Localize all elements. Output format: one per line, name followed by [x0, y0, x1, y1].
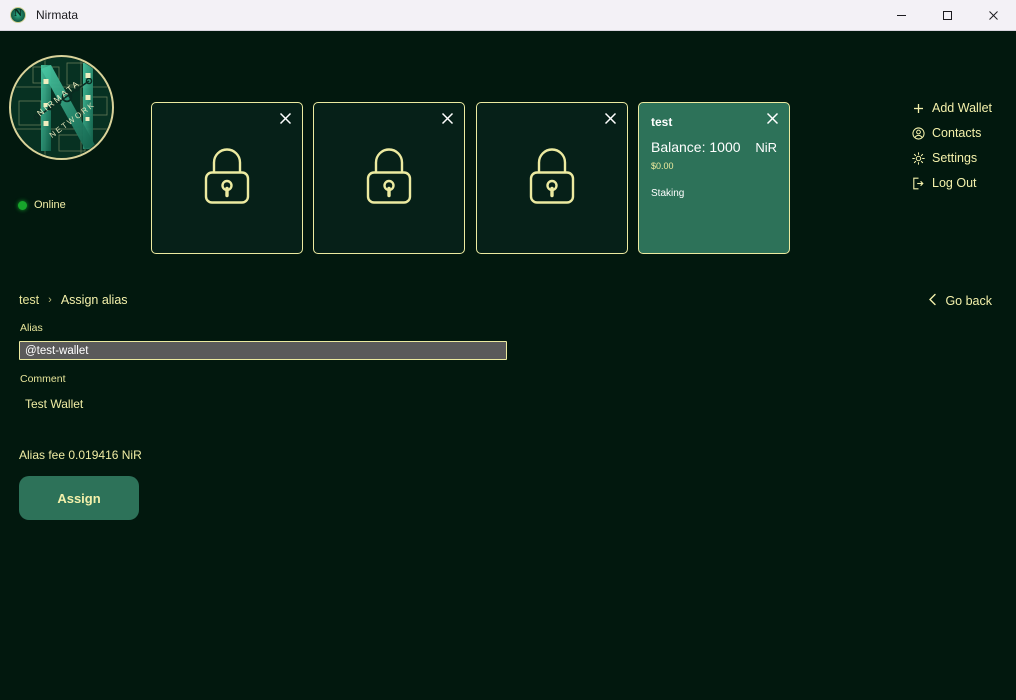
go-back-label: Go back: [945, 294, 992, 308]
wallet-name: test: [651, 115, 777, 129]
wallet-fiat-value: $0.00: [651, 161, 777, 171]
alias-fee-text: Alias fee 0.019416 NiR: [19, 448, 142, 462]
wallet-card-locked-1[interactable]: [151, 102, 303, 254]
comment-value: Test Wallet: [25, 397, 83, 411]
menu-item-add-wallet[interactable]: Add Wallet: [911, 101, 992, 115]
maximize-icon[interactable]: [924, 0, 970, 31]
menu-item-label: Contacts: [932, 126, 981, 140]
wallet-card-active-test[interactable]: test Balance: 1000 NiR $0.00 Staking: [638, 102, 790, 254]
chevron-right-icon: ›: [48, 294, 52, 306]
main-menu: Add Wallet Contacts: [911, 101, 992, 190]
profile-logo: NIRMATA NETWORK: [9, 55, 114, 160]
padlock-icon: [524, 145, 580, 212]
wallet-card-locked-3[interactable]: [476, 102, 628, 254]
window-title: Nirmata: [36, 8, 78, 22]
plus-icon: [911, 101, 925, 115]
window-title-bar: Nirmata: [0, 0, 1016, 31]
close-icon[interactable]: [764, 110, 781, 127]
gear-icon: [911, 151, 925, 165]
close-icon[interactable]: [277, 110, 294, 127]
menu-item-settings[interactable]: Settings: [911, 151, 977, 165]
menu-item-contacts[interactable]: Contacts: [911, 126, 981, 140]
alias-input[interactable]: [19, 341, 507, 360]
comment-field-label: Comment: [20, 373, 66, 385]
close-icon[interactable]: [602, 110, 619, 127]
wallet-currency: NiR: [755, 140, 777, 155]
nirmata-logo-icon: [10, 7, 26, 23]
app-body: NIRMATA NETWORK Online: [0, 31, 1016, 700]
menu-item-label: Add Wallet: [932, 101, 992, 115]
wallet-balance-row: Balance: 1000 NiR: [651, 139, 777, 155]
window-controls: [878, 0, 1016, 31]
go-back-button[interactable]: Go back: [928, 293, 992, 309]
wallet-balance: Balance: 1000: [651, 139, 741, 155]
alias-field-label: Alias: [20, 322, 43, 334]
wallet-staking-label: Staking: [651, 188, 777, 199]
logout-icon: [911, 176, 925, 190]
padlock-icon: [199, 145, 255, 212]
status-label: Online: [34, 199, 66, 211]
menu-item-label: Log Out: [932, 176, 976, 190]
wallet-card-locked-2[interactable]: [313, 102, 465, 254]
person-icon: [911, 126, 925, 140]
assign-button[interactable]: Assign: [19, 476, 139, 520]
close-icon[interactable]: [439, 110, 456, 127]
breadcrumb-parent[interactable]: test: [19, 293, 39, 307]
menu-item-log-out[interactable]: Log Out: [911, 176, 976, 190]
minimize-icon[interactable]: [878, 0, 924, 31]
breadcrumb-current: Assign alias: [61, 293, 128, 307]
close-icon[interactable]: [970, 0, 1016, 31]
breadcrumb: test › Assign alias: [19, 293, 128, 307]
chevron-left-icon: [928, 293, 937, 309]
menu-item-label: Settings: [932, 151, 977, 165]
nirmata-network-emblem-icon: NIRMATA NETWORK: [9, 55, 114, 160]
connection-status: Online: [18, 199, 66, 211]
status-dot-icon: [18, 201, 27, 210]
padlock-icon: [361, 145, 417, 212]
